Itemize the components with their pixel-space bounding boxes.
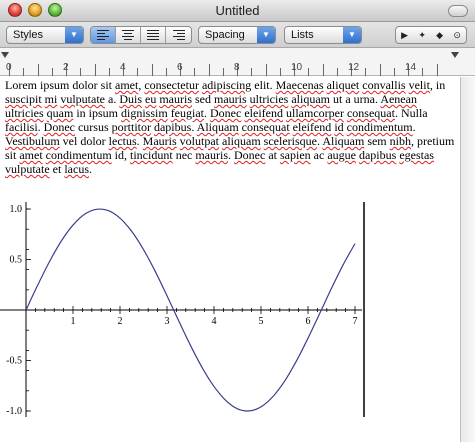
x-tick-label: 7 (353, 316, 358, 327)
chevron-down-icon: ▼ (65, 27, 83, 43)
ruler-label: 10 (291, 62, 303, 73)
ruler-label: 12 (348, 62, 360, 73)
ruler-tick (422, 68, 424, 76)
ruler-tick (308, 68, 310, 76)
ruler[interactable]: 0 2 4 6 8 10 12 14 (0, 48, 475, 76)
spacing-popup-label: Spacing (205, 29, 245, 41)
ruler-tick (265, 64, 267, 76)
ruler-label: 8 (234, 62, 240, 73)
y-tick-label: 1.0 (10, 204, 23, 215)
ruler-tick (222, 68, 224, 76)
ruler-label: 14 (405, 62, 417, 73)
center-tab-icon[interactable]: ✦ (418, 30, 426, 41)
ruler-label: 4 (120, 62, 126, 73)
other-tab-icon[interactable]: ⊙ (453, 30, 461, 41)
lists-popup-label: Lists (291, 29, 314, 41)
ruler-tick (365, 68, 367, 76)
styles-popup-label: Styles (13, 29, 43, 41)
lists-popup[interactable]: Lists ▼ (284, 26, 362, 44)
styles-popup[interactable]: Styles ▼ (6, 26, 84, 44)
ruler-tick (94, 64, 96, 76)
x-tick-label: 4 (212, 316, 217, 327)
sine-plot: 1 2 3 4 5 6 7 1.0 0.5 -0.5 -1.0 (0, 202, 365, 417)
y-tick-label: -1.0 (6, 406, 22, 417)
chevron-down-icon: ▼ (257, 27, 275, 43)
ruler-tick (194, 68, 196, 76)
left-margin-marker[interactable] (1, 52, 9, 58)
tab-stop-control[interactable]: ▶ ✦ ◆ ⊙ (395, 26, 467, 44)
chevron-down-icon: ▼ (343, 27, 361, 43)
spacing-popup[interactable]: Spacing ▼ (198, 26, 276, 44)
align-left-icon (97, 30, 109, 40)
ruler-label: 0 (6, 62, 12, 73)
align-right-button[interactable] (166, 27, 191, 43)
text-editor-window: Untitled Styles ▼ Spacing ▼ Lists ▼ ▶ ✦ … (0, 0, 475, 442)
ruler-tick (165, 68, 167, 76)
ruler-tick (108, 68, 110, 76)
ruler-tick (37, 64, 39, 76)
ruler-label: 2 (63, 62, 69, 73)
ruler-tick (251, 68, 253, 76)
ruler-tick (436, 64, 438, 76)
x-tick-label: 2 (118, 316, 123, 327)
ruler-tick (51, 68, 53, 76)
align-center-icon (122, 30, 134, 40)
justify-icon (147, 30, 159, 40)
y-tick-label: 0.5 (10, 255, 23, 266)
toolbar-toggle-button[interactable] (448, 5, 468, 17)
ruler-tick (379, 64, 381, 76)
ruler-tick (208, 64, 210, 76)
document-area[interactable]: Lorem ipsum dolor sit amet, consectetur … (0, 77, 460, 442)
title-bar[interactable]: Untitled (0, 0, 475, 22)
window-title: Untitled (215, 3, 260, 18)
justify-button[interactable] (141, 27, 166, 43)
x-tick-label: 3 (165, 316, 170, 327)
x-tick-label: 1 (71, 316, 76, 327)
ruler-tick (336, 68, 338, 76)
y-tick-label: -0.5 (6, 356, 22, 367)
ruler-tick (151, 64, 153, 76)
ruler-tick (322, 64, 324, 76)
vertical-scrollbar[interactable] (460, 77, 475, 442)
ruler-tick (137, 68, 139, 76)
decimal-tab-icon[interactable]: ◆ (436, 30, 443, 41)
ruler-tick (80, 68, 82, 76)
align-left-button[interactable] (91, 27, 116, 43)
alignment-control[interactable] (90, 26, 192, 44)
format-bar: Styles ▼ Spacing ▼ Lists ▼ ▶ ✦ ◆ ⊙ (0, 22, 475, 48)
ruler-tick (393, 68, 395, 76)
ruler-tick (279, 68, 281, 76)
left-tab-icon[interactable]: ▶ (401, 30, 408, 41)
x-tick-label: 5 (259, 316, 264, 327)
ruler-tick (23, 68, 25, 76)
align-center-button[interactable] (116, 27, 141, 43)
align-right-icon (172, 30, 185, 40)
ruler-label: 6 (177, 62, 183, 73)
x-tick-label: 6 (306, 316, 311, 327)
right-margin-marker[interactable] (451, 52, 459, 58)
